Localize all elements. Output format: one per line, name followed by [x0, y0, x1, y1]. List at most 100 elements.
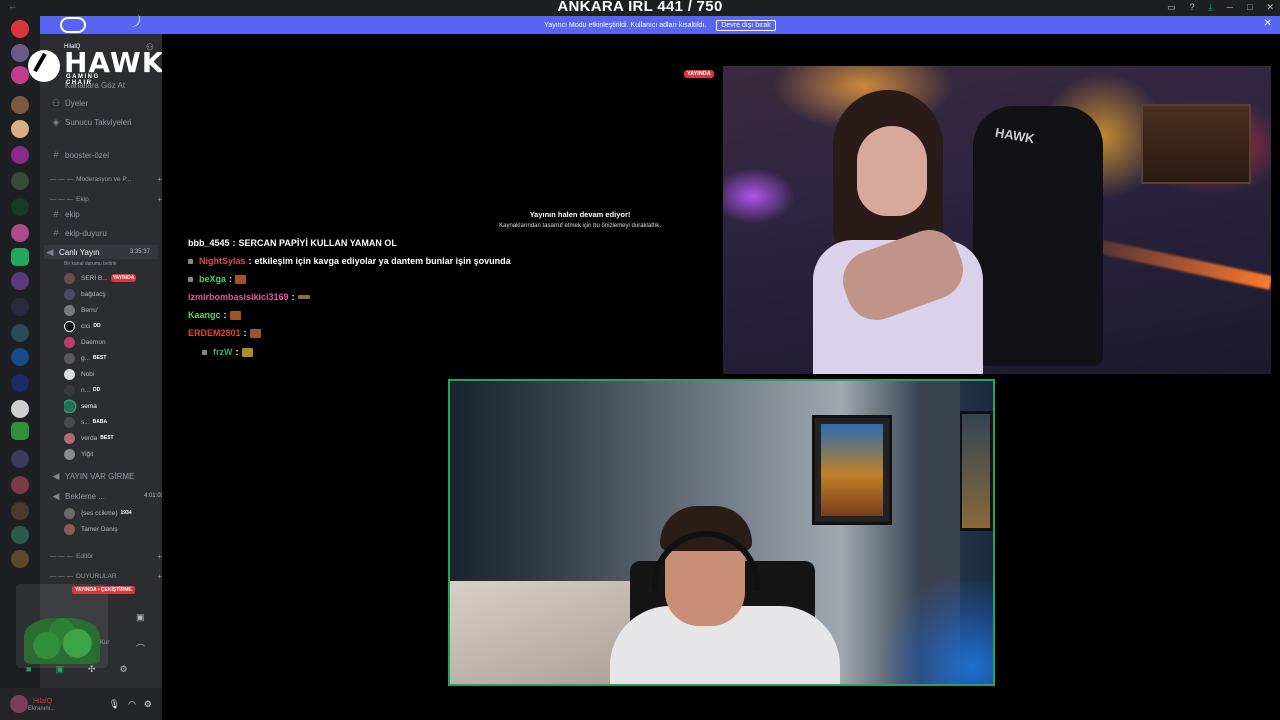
minimize-icon[interactable]: ─ [1227, 2, 1233, 13]
channel-booster-ozel[interactable]: # booster-özel [50, 148, 172, 162]
server-icon[interactable] [11, 502, 29, 520]
blue-light-glow [870, 581, 993, 684]
download-icon[interactable]: ⤓ [1209, 2, 1213, 13]
avatar [64, 384, 75, 396]
server-icon[interactable] [11, 450, 29, 468]
user-tag: BEST [100, 435, 114, 441]
channel-label: ekip [65, 209, 80, 219]
streamer-mode-notice: Yayıncı Modu etkinleştirildi. Kullanıcı … [40, 16, 1280, 34]
server-icon[interactable] [11, 198, 29, 216]
voice-user-name: verda [81, 434, 98, 442]
channel-ekip-duyuru[interactable]: # ekip-duyuru [50, 226, 172, 240]
server-icon[interactable] [11, 66, 29, 84]
user-status: Ekranını... [28, 705, 56, 712]
chat-emote-icon [249, 328, 261, 338]
category-ekip[interactable]: — — — Ekip + [50, 192, 172, 206]
members-link[interactable]: ⚇ Üyeler [50, 96, 172, 110]
headphones-icon[interactable]: ◠ [128, 699, 136, 710]
voice-user-name: sema [81, 402, 97, 410]
voice-user-name: Daemon [81, 338, 106, 346]
channel-ekip[interactable]: # ekip [50, 207, 172, 221]
chat-sep: : [291, 292, 295, 302]
server-boosts-link[interactable]: ◈ Sunucu Takviyeleri [50, 115, 172, 129]
speaker-icon: ◀ [52, 470, 60, 481]
server-icon[interactable] [11, 272, 29, 290]
voice-channel-bekleme[interactable]: ◀ Bekleme ... 4:01:03 [50, 489, 172, 503]
chat-message: NightSylas : etkileşim için kavga ediyol… [188, 256, 511, 266]
hawk-emblem-icon [28, 50, 60, 82]
server-icon[interactable] [11, 550, 29, 568]
server-icon[interactable] [11, 348, 29, 366]
members-label: Üyeler [65, 98, 89, 108]
window-controls: ▭ ? ⤓ ─ □ ✕ [1167, 2, 1274, 13]
screen-share-icon[interactable]: ▣ [55, 664, 64, 675]
server-icon[interactable] [11, 172, 29, 190]
chat-badge-icon [188, 276, 193, 282]
window-title: ANKARA IRL 441 / 750 [557, 0, 723, 15]
user-avatar[interactable] [10, 695, 28, 713]
activity-icon[interactable]: ✣ [88, 664, 96, 675]
chat-user: izmirbombasisikici3169 [188, 292, 289, 302]
speaker-icon: ◀ [46, 246, 54, 257]
server-icon[interactable] [11, 476, 29, 494]
server-icon[interactable] [11, 526, 29, 544]
video-icon[interactable]: ■ [26, 664, 31, 675]
voice-user-name: s... [81, 418, 90, 426]
paused-subtitle: Kaynaklarından tasarruf etmek için bu ön… [499, 223, 661, 229]
hash-lock-icon: # [53, 209, 59, 219]
category-label: Editör [76, 552, 94, 560]
voice-connection-panel: YAYINDA • ÇEKİŞTİRME Kur ▣ ⌒ ■ ▣ ✣ ⚙ [10, 580, 152, 688]
server-icon[interactable] [11, 374, 29, 392]
notice-close-icon[interactable]: ✕ [1264, 18, 1272, 29]
help-icon[interactable]: ? [1190, 2, 1195, 13]
category-label: DUYURULAR [76, 572, 117, 580]
shelf-figures [1141, 104, 1251, 184]
server-icon[interactable] [11, 248, 29, 266]
disconnect-icon[interactable]: ⌒ [136, 642, 145, 655]
settings-gear-icon[interactable]: ⚙ [144, 699, 152, 710]
server-icon[interactable] [11, 400, 29, 418]
avatar [64, 507, 75, 519]
category-label: Ekip [76, 195, 89, 203]
avatar [64, 448, 75, 460]
server-icon[interactable] [11, 422, 29, 440]
webcam-speaker-male[interactable] [448, 379, 995, 686]
disable-streamer-mode-button[interactable]: Devre dışı bırak [716, 19, 776, 31]
avatar [64, 336, 75, 348]
voice-user-name: Tamer Daniş [81, 525, 118, 533]
chat-message: beXga : [188, 274, 247, 284]
inbox-icon[interactable]: ▭ [1167, 2, 1176, 13]
user-tag: DD [93, 323, 101, 329]
chat-message: frzW : [202, 347, 253, 357]
channel-yayin-var-girme[interactable]: ◀ YAYIN VAR GİRME [50, 469, 172, 483]
server-icon[interactable] [11, 96, 29, 114]
close-icon[interactable]: ✕ [1266, 2, 1274, 13]
server-icon[interactable] [11, 298, 29, 316]
microphone-icon[interactable]: 🎙︎ [109, 699, 120, 710]
chat-sep: : [248, 256, 252, 266]
server-icon[interactable] [11, 146, 29, 164]
live-pill: YAYINDA [684, 70, 714, 78]
user-tag: DD [93, 387, 101, 393]
server-icon[interactable] [11, 224, 29, 242]
voice-user-name: {ses ccikme} [81, 509, 118, 517]
webcam-streamer-female[interactable]: HAWK [723, 66, 1271, 374]
server-icon[interactable] [11, 324, 29, 342]
chat-user: frzW [213, 347, 233, 357]
soundboard-button-icon[interactable]: ⚙ [120, 664, 128, 675]
notice-text: Yayıncı Modu etkinleştirildi. Kullanıcı … [544, 21, 707, 29]
avatar [64, 368, 75, 380]
soundboard-icon[interactable]: ▣ [136, 612, 145, 623]
user-name: HilalQ [33, 697, 53, 705]
server-icon[interactable] [11, 120, 29, 138]
category-editor[interactable]: — — — Editör + [50, 549, 172, 563]
maximize-icon[interactable]: □ [1247, 2, 1252, 13]
category-moderasyon[interactable]: — — — Moderasyon ve P... + [50, 172, 172, 186]
chat-user: beXga [199, 274, 227, 284]
voice-actions: ■ ▣ ✣ ⚙ [26, 664, 128, 675]
user-panel: HilalQ Ekranını... 🎙︎ ◠ ⚙ [0, 688, 162, 720]
avatar [64, 304, 75, 316]
server-icon[interactable] [11, 20, 29, 38]
server-icon[interactable] [11, 44, 29, 62]
clover-heap [24, 618, 100, 664]
